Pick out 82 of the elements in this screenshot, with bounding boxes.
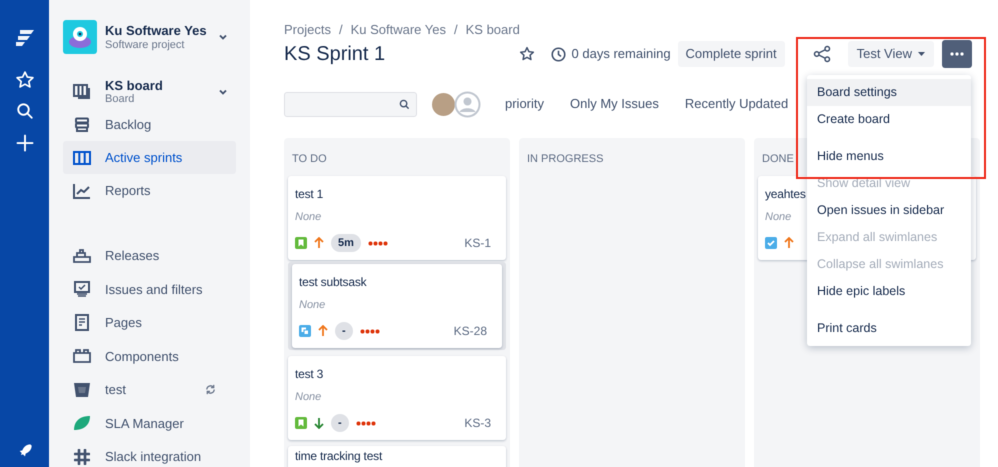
column-title: IN PROGRESS [526, 152, 604, 166]
issue-key[interactable]: KS-28 [454, 322, 487, 340]
issue-title: yeahtes [765, 186, 806, 202]
shortcut-link[interactable]: Pages [105, 313, 236, 332]
project-type: Software project [105, 38, 186, 52]
component-icon [73, 349, 91, 364]
ship-icon [73, 248, 91, 263]
document-icon [75, 314, 89, 332]
shortcut-link[interactable]: Slack integration [105, 447, 236, 466]
share-icon[interactable] [812, 45, 831, 63]
issue-key[interactable]: KS-1 [464, 234, 491, 252]
board-icon [73, 84, 91, 100]
issue-card[interactable]: test 1 None 5m KS-1 [288, 176, 506, 260]
dots-icon [368, 240, 388, 246]
monitor-check-icon [74, 281, 90, 298]
issue-title: test subtsask [299, 274, 366, 290]
search-icon[interactable] [16, 102, 34, 120]
dots-icon [356, 420, 376, 426]
breadcrumb-link[interactable]: KS board [466, 20, 520, 40]
quick-filter[interactable]: Recently Updated [684, 94, 788, 114]
issue-title: test 1 [295, 186, 324, 202]
bucket-icon [73, 382, 91, 398]
epic-label: None [295, 390, 322, 404]
issue-key[interactable]: KS-3 [464, 414, 491, 432]
complete-sprint-button[interactable]: Complete sprint [678, 41, 785, 67]
clock-icon [550, 46, 566, 62]
bookmark-icon [295, 237, 307, 249]
project-name: Ku Software Yes [105, 22, 208, 38]
breadcrumb-separator: / [454, 21, 458, 40]
nav-item[interactable]: Active sprints [63, 141, 236, 174]
estimate-badge: - [335, 322, 353, 340]
menu-item[interactable]: Board settings [807, 79, 971, 106]
bookmark-icon [295, 417, 307, 429]
epic-label: None [299, 298, 326, 312]
more-icon [950, 52, 964, 56]
nav-item[interactable]: Backlog [63, 108, 236, 141]
board-type: Board [105, 93, 136, 105]
search-field[interactable] [284, 92, 417, 116]
epic-label: None [295, 210, 322, 224]
issue-title: test 3 [295, 366, 324, 382]
columns-icon [73, 150, 91, 164]
column-title: DONE [761, 152, 794, 166]
issue-title: time tracking test [295, 448, 382, 464]
subtask-icon [299, 325, 311, 337]
shortcut-link[interactable]: test [105, 380, 191, 400]
backlog-icon [74, 116, 90, 132]
search-icon [399, 98, 410, 110]
estimate-badge: 5m [331, 234, 361, 252]
caret-icon [918, 52, 925, 56]
chart-icon [73, 182, 91, 198]
issue-card[interactable]: time tracking test [288, 446, 506, 467]
breadcrumb-link[interactable]: Projects [284, 20, 331, 40]
column-title: TO DO [291, 152, 327, 166]
more-actions-button[interactable] [942, 40, 972, 68]
epic-label: None [765, 210, 792, 224]
menu-item[interactable]: Print cards [807, 315, 971, 342]
leaf-icon [73, 415, 91, 432]
project-avatar-icon [63, 20, 97, 54]
shortcut-link[interactable]: SLA Manager [105, 414, 236, 433]
breadcrumb-separator: / [338, 21, 343, 40]
issue-card[interactable]: test subtsask None - KS-28 [292, 264, 502, 348]
star-icon[interactable] [14, 70, 34, 90]
board-view-dropdown[interactable]: Test View [848, 41, 934, 67]
star-icon[interactable] [518, 46, 535, 62]
quick-filter[interactable]: priority [505, 94, 544, 114]
shortcut-link[interactable]: Issues and filters [105, 280, 236, 299]
estimate-badge: - [331, 414, 349, 432]
days-remaining: 0 days remaining [572, 45, 671, 64]
shortcut-link[interactable]: Components [105, 346, 236, 366]
nav-item[interactable]: Reports [63, 174, 236, 207]
issue-card[interactable]: test 3 None - KS-3 [288, 356, 506, 440]
chevron-down-icon[interactable] [218, 32, 228, 42]
checkbox-icon [765, 237, 777, 249]
hash-grid-icon [74, 448, 90, 465]
plus-icon[interactable] [16, 134, 34, 152]
sprint-title: KS Sprint 1 [284, 42, 386, 66]
dots-icon [360, 328, 380, 334]
quick-filter[interactable]: Only My Issues [570, 94, 659, 114]
menu-item[interactable]: Create board [807, 106, 971, 133]
shortcut-link[interactable]: Releases [105, 246, 236, 266]
breadcrumb-link[interactable]: Ku Software Yes [350, 20, 446, 40]
board-name[interactable]: KS board [105, 78, 204, 93]
